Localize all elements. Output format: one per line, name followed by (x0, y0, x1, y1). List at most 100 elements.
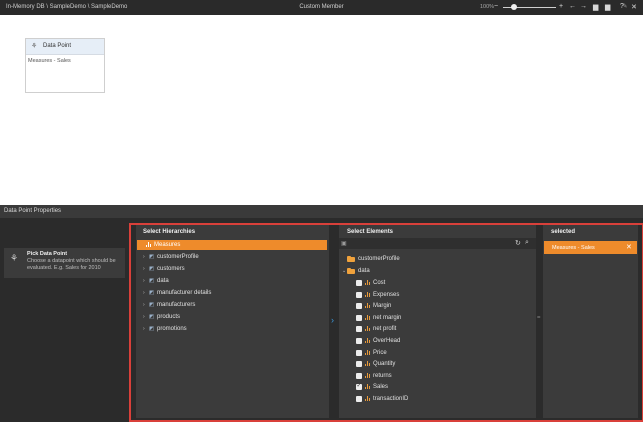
hierarchy-item[interactable]: › ◩ customerProfile (137, 252, 327, 262)
zoom-out-icon[interactable]: − (494, 3, 498, 10)
redo-icon[interactable]: → (580, 3, 587, 10)
dimension-icon: ◩ (149, 290, 155, 296)
hierarchy-item-label: Measures (154, 242, 181, 248)
save-as-icon[interactable]: ▆ (605, 3, 610, 11)
dimension-icon: ◩ (149, 278, 155, 284)
data-point-card[interactable]: ⚘ Data Point Measures - Sales (25, 38, 105, 93)
element-checkbox[interactable] (356, 338, 362, 344)
chevron-right-icon[interactable]: › (143, 314, 145, 320)
element-checkbox[interactable] (356, 372, 362, 379)
pick-data-point-step[interactable]: ⚘ Pick Data Point Choose a datapoint whi… (4, 248, 125, 278)
chevron-right-icon[interactable]: › (143, 326, 145, 332)
element-checkbox[interactable] (356, 314, 362, 321)
hierarchy-item-label: promotions (157, 326, 187, 332)
element-item[interactable]: Margin (339, 301, 536, 313)
element-item-label: Cost (373, 280, 386, 286)
hierarchy-item-label: data (157, 278, 169, 284)
measure-icon (365, 291, 371, 297)
chevron-right-icon[interactable]: › (143, 266, 145, 272)
chevron-down-icon[interactable]: ⌄ (342, 268, 346, 274)
measure-icon (365, 384, 371, 390)
element-item[interactable]: Quantity (339, 359, 536, 371)
properties-header: Data Point Properties (0, 205, 643, 218)
element-checkbox[interactable] (356, 326, 362, 333)
undo-icon[interactable]: ← (569, 3, 576, 10)
selected-header: selected (551, 229, 576, 235)
data-point-card-title: Data Point (43, 43, 72, 49)
chevron-right-icon[interactable]: › (143, 290, 145, 296)
elements-header: Select Elements (347, 229, 394, 235)
hierarchy-item[interactable]: › ◩ customers (137, 264, 327, 274)
element-item[interactable]: Expenses (339, 290, 536, 302)
zoom-in-icon[interactable]: + (559, 3, 563, 10)
element-folder-label: customerProfile (358, 256, 400, 262)
element-item-label: net profit (373, 326, 397, 333)
hierarchy-item[interactable]: › ◩ manufacturers (137, 300, 327, 310)
element-checkbox[interactable] (356, 280, 362, 286)
measure-icon (365, 303, 371, 309)
data-point-card-header[interactable]: ⚘ Data Point (26, 39, 104, 55)
properties-title: Data Point Properties (4, 208, 62, 214)
element-item-label: Margin (373, 303, 392, 310)
hierarchy-item-label: manufacturers (157, 302, 196, 308)
hierarchy-item-label: customerProfile (157, 254, 199, 260)
hierarchy-item-label: products (157, 314, 181, 320)
folder-icon (347, 255, 355, 262)
measure-icon (365, 361, 371, 367)
hierarchy-item[interactable]: › ◩ products (137, 312, 327, 322)
measure-icon (365, 326, 371, 332)
hierarchy-item[interactable]: › ◩ data (137, 276, 327, 286)
element-item[interactable]: Sales (339, 382, 536, 394)
hierarchy-item[interactable]: › ◩ manufacturer details (137, 288, 327, 298)
elements-toolbar: ▣ ↻ ⌕ (339, 238, 536, 249)
element-item[interactable]: returns (339, 371, 536, 383)
chevron-down-icon[interactable]: ⌄ (632, 2, 637, 10)
remove-icon[interactable]: ✕ (626, 243, 632, 251)
element-checkbox[interactable] (356, 303, 362, 310)
element-folder-label: data (358, 268, 370, 274)
measure-icon (365, 372, 371, 378)
hierarchy-item-label: manufacturer details (157, 290, 212, 296)
element-folder[interactable]: customerProfile (339, 254, 536, 266)
element-item[interactable]: net profit (339, 324, 536, 336)
expand-all-icon[interactable]: ▣ (341, 240, 347, 247)
hierarchies-header: Select Hierarchies (143, 229, 196, 235)
measure-icon (365, 349, 371, 355)
element-item-label: transactionID (373, 396, 409, 402)
resize-handle-icon[interactable]: = (537, 315, 541, 321)
chevron-right-icon[interactable]: › (143, 278, 145, 284)
element-item[interactable]: transactionID (339, 394, 536, 406)
element-item-label: Sales (373, 384, 389, 391)
element-checkbox[interactable] (356, 291, 362, 298)
hierarchy-item[interactable]: › ◩ promotions (137, 324, 327, 334)
pick-data-point-title: Pick Data Point (27, 251, 68, 257)
selected-item-label: Measures - Sales (552, 245, 595, 251)
chevron-right-icon[interactable]: › (331, 315, 334, 325)
element-item[interactable]: Price (339, 348, 536, 360)
measure-icon (365, 338, 371, 343)
selected-item[interactable]: Measures - Sales ✕ (544, 241, 637, 254)
zoom-slider-handle[interactable] (510, 4, 517, 10)
pin-icon[interactable]: ✎ (622, 2, 627, 10)
element-checkbox[interactable] (356, 382, 362, 391)
element-item[interactable]: OverHead (339, 336, 536, 348)
chevron-right-icon[interactable]: › (143, 254, 145, 260)
hierarchy-item-label: customers (157, 266, 185, 272)
measure-icon (365, 280, 371, 285)
element-item[interactable]: Cost (339, 278, 536, 290)
hierarchy-item-measures[interactable]: Measures (137, 240, 327, 250)
refresh-icon[interactable]: ↻ (515, 239, 521, 247)
search-icon[interactable]: ⌕ (525, 239, 529, 247)
measure-icon (146, 242, 152, 247)
save-icon[interactable]: ▆ (593, 3, 598, 11)
element-item[interactable]: net margin (339, 313, 536, 325)
element-folder[interactable]: ⌄ data (339, 266, 536, 278)
element-checkbox[interactable] (356, 361, 362, 368)
element-checkbox[interactable] (356, 396, 362, 402)
panel-divider: = (536, 225, 542, 418)
element-item-label: OverHead (373, 338, 401, 344)
dimension-icon: ◩ (149, 266, 155, 272)
chevron-right-icon[interactable]: › (143, 302, 145, 308)
element-item-label: returns (373, 372, 392, 379)
element-checkbox[interactable] (356, 349, 362, 356)
